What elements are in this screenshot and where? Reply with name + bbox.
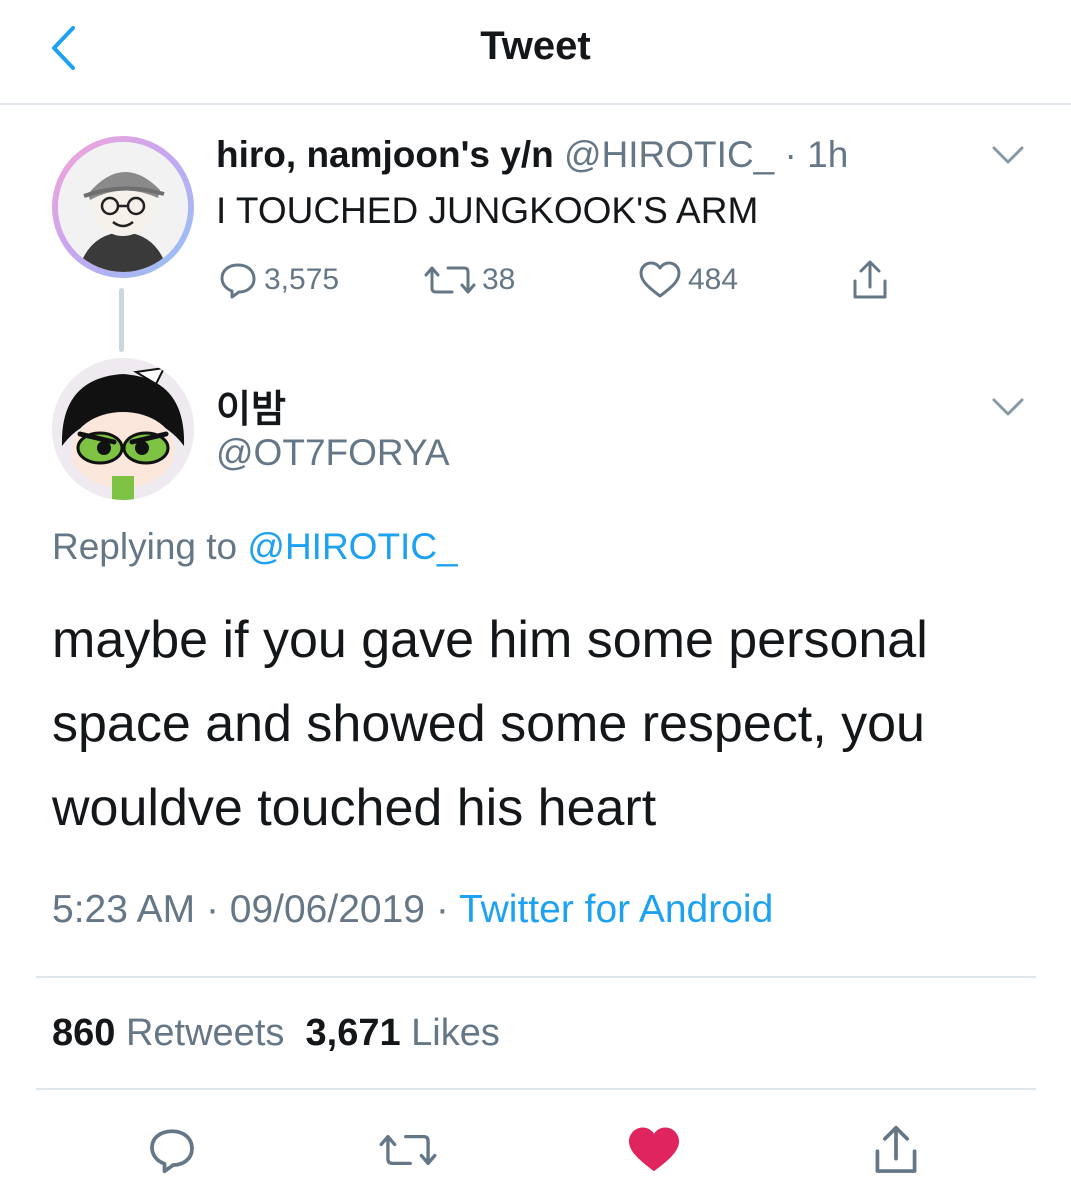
reply-action[interactable]: 3,575 (218, 258, 339, 302)
avatar-illustration (58, 142, 188, 272)
like-count: 484 (688, 263, 739, 296)
dot-separator: · (435, 888, 449, 931)
replying-to-line: Replying to @HIROTIC_ (52, 526, 458, 568)
reply-display-name[interactable]: 이밤 (216, 378, 286, 433)
parent-tweet-header: hiro, namjoon's y/n @HIROTIC_ · 1h (216, 134, 848, 176)
share-upload-icon (875, 1125, 917, 1173)
avatar-illustration (52, 358, 194, 500)
retweet-button[interactable] (378, 1120, 438, 1180)
divider (36, 1088, 1036, 1090)
tweet-time: 5:23 AM (52, 888, 196, 931)
reply-tweet-text: maybe if you gave him some personal spac… (52, 611, 928, 837)
page-title: Tweet (480, 24, 591, 68)
retweets-total: 860 (52, 1012, 116, 1054)
tweet-metadata: 5:23 AM · 09/06/2019 · Twitter for Andro… (52, 888, 773, 932)
share-button[interactable] (866, 1120, 926, 1180)
chevron-down-icon (992, 146, 1024, 164)
like-action[interactable]: 484 (638, 258, 738, 302)
parent-tweet-menu-button[interactable] (988, 140, 1028, 170)
parent-avatar[interactable] (52, 136, 194, 278)
share-action[interactable] (850, 258, 896, 302)
tweet-date: 09/06/2019 (229, 888, 425, 931)
reply-tweet-menu-button[interactable] (988, 392, 1028, 422)
reply-count: 3,575 (264, 263, 340, 296)
retweet-action[interactable]: 38 (424, 258, 515, 302)
share-upload-icon (853, 260, 887, 299)
heart-icon (629, 1127, 679, 1172)
reply-button[interactable] (142, 1120, 202, 1180)
likes-total: 3,671 (305, 1012, 401, 1054)
likes-label: Likes (411, 1012, 500, 1054)
parent-time[interactable]: 1h (807, 134, 848, 175)
thread-connector (119, 288, 124, 352)
reply-handle[interactable]: @OT7FORYA (216, 432, 450, 474)
retweets-stat[interactable]: 860 Retweets (52, 1012, 284, 1054)
nav-bar: Tweet (0, 0, 1071, 105)
divider (36, 976, 1036, 978)
speech-bubble-icon (220, 263, 256, 299)
retweet-count: 38 (482, 263, 516, 296)
dot-separator: · (784, 134, 797, 175)
reply-avatar[interactable] (52, 358, 194, 500)
like-button[interactable] (624, 1120, 684, 1180)
tweet-source-link[interactable]: Twitter for Android (459, 888, 773, 931)
parent-handle[interactable]: @HIROTIC_ (564, 134, 774, 175)
parent-display-name[interactable]: hiro, namjoon's y/n (216, 134, 554, 175)
heart-icon (639, 261, 681, 298)
replying-to-handle-link[interactable]: @HIROTIC_ (247, 526, 457, 567)
engagement-stats: 860 Retweets 3,671 Likes (52, 1012, 500, 1055)
chevron-down-icon (992, 398, 1024, 416)
speech-bubble-icon (150, 1129, 194, 1174)
parent-tweet-text: I TOUCHED JUNGKOOK'S ARM (216, 190, 759, 231)
retweet-arrows-icon (379, 1134, 437, 1166)
retweets-label: Retweets (125, 1012, 285, 1054)
likes-stat[interactable]: 3,671 Likes (306, 1012, 500, 1054)
retweet-arrows-icon (424, 266, 476, 294)
dot-separator: · (205, 888, 219, 931)
replying-to-prefix: Replying to (52, 526, 238, 567)
